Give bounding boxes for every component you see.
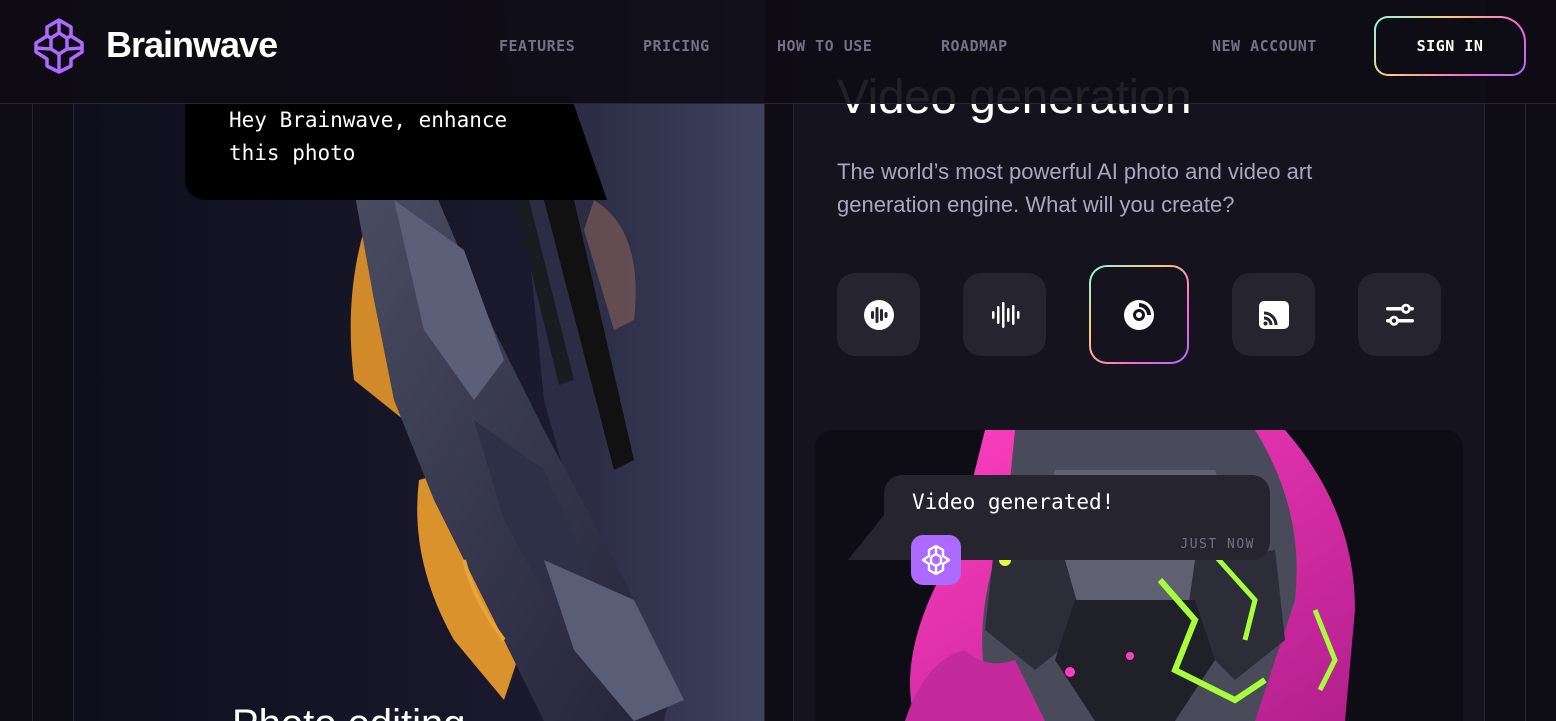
sound-wave-icon — [991, 301, 1019, 328]
sliders-tool-button[interactable] — [1358, 273, 1441, 356]
nav-roadmap-link[interactable]: ROADMAP — [941, 37, 1008, 55]
sliders-icon — [1385, 303, 1414, 326]
disc-tool-button[interactable] — [1089, 265, 1189, 364]
video-generation-description: The world’s most powerful AI photo and v… — [837, 159, 1313, 217]
prompt-bubble-tail — [571, 96, 607, 200]
brand-logo[interactable]: Brainwave — [30, 16, 278, 74]
notification-tail — [848, 510, 888, 560]
sound-wave-tool-button[interactable] — [963, 273, 1046, 356]
cast-icon — [1258, 300, 1289, 329]
site-header: Brainwave FEATURES PRICING HOW TO USE RO… — [0, 0, 1556, 104]
notification-text: Video generated! — [912, 490, 1115, 514]
prompt-bubble: Hey Brainwave, enhance this photo — [185, 96, 571, 200]
brand-name: Brainwave — [106, 24, 278, 65]
notification-time: JUST NOW — [1180, 537, 1255, 552]
podcast-icon — [863, 299, 894, 330]
sign-in-label: SIGN IN — [1376, 18, 1524, 74]
cast-tool-button[interactable] — [1232, 273, 1315, 356]
prompt-text: Hey Brainwave, enhance this photo — [229, 108, 508, 165]
nav-pricing-link[interactable]: PRICING — [643, 37, 710, 55]
disc-icon — [1124, 299, 1154, 330]
photo-editing-title: Photo editing — [232, 702, 466, 721]
new-account-link[interactable]: NEW ACCOUNT — [1212, 37, 1317, 55]
nav-how-to-use-link[interactable]: HOW TO USE — [777, 37, 872, 55]
sign-in-button[interactable]: SIGN IN — [1374, 16, 1526, 76]
page-frame-right — [1525, 104, 1526, 721]
brain-logo-icon — [34, 18, 84, 74]
page-frame-left — [32, 104, 33, 721]
podcast-tool-button[interactable] — [837, 273, 920, 356]
brain-icon — [921, 544, 951, 576]
brainwave-avatar — [911, 535, 961, 585]
nav-features-link[interactable]: FEATURES — [499, 37, 575, 55]
